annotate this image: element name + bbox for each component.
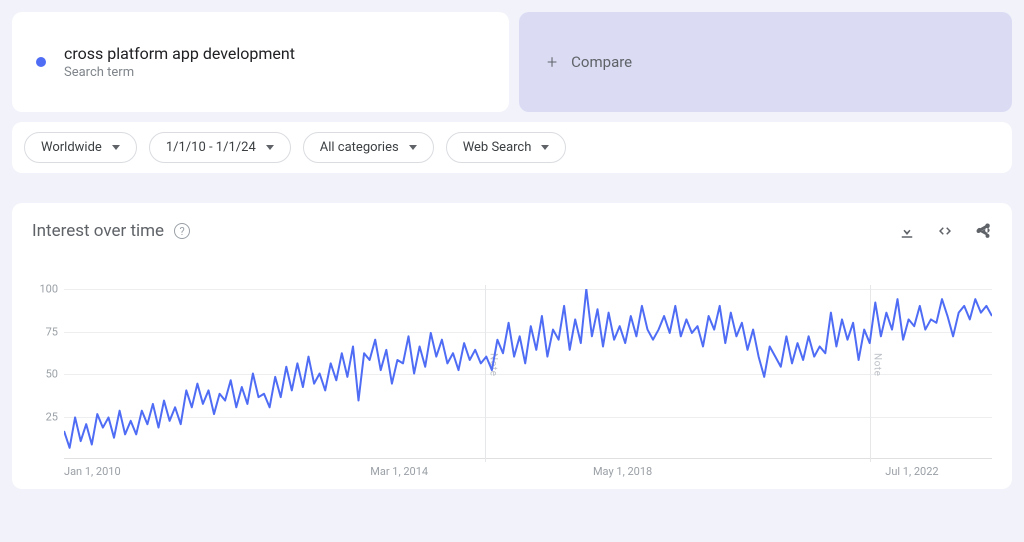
filter-region[interactable]: Worldwide (24, 132, 137, 163)
x-axis: Jan 1, 2010Mar 1, 2014May 1, 2018Jul 1, … (64, 459, 992, 475)
search-term-name: cross platform app development (64, 44, 295, 63)
filter-searchtype-label: Web Search (463, 140, 532, 155)
chart-plot[interactable]: 255075100 NoteNote Jan 1, 2010Mar 1, 201… (32, 289, 992, 475)
filter-daterange-label: 1/1/10 - 1/1/24 (166, 140, 256, 155)
chart-card: Interest over time ? 255075100 NoteNote … (12, 203, 1012, 489)
compare-button[interactable]: + Compare (519, 12, 1012, 112)
chevron-down-icon (409, 145, 417, 150)
filter-searchtype[interactable]: Web Search (446, 132, 567, 163)
chevron-down-icon (541, 145, 549, 150)
download-icon[interactable] (898, 222, 916, 240)
filter-daterange[interactable]: 1/1/10 - 1/1/24 (149, 132, 291, 163)
chevron-down-icon (266, 145, 274, 150)
help-icon[interactable]: ? (174, 223, 190, 239)
filter-category[interactable]: All categories (303, 132, 434, 163)
chevron-down-icon (112, 145, 120, 150)
plus-icon: + (547, 52, 557, 73)
compare-label: Compare (571, 53, 632, 71)
embed-icon[interactable] (936, 222, 954, 240)
filter-region-label: Worldwide (41, 140, 102, 155)
chart-title: Interest over time (32, 221, 164, 241)
filter-category-label: All categories (320, 140, 399, 155)
search-term-card[interactable]: cross platform app development Search te… (12, 12, 509, 112)
series-color-dot (36, 57, 46, 67)
filters-bar: Worldwide 1/1/10 - 1/1/24 All categories… (12, 122, 1012, 173)
share-icon[interactable] (974, 222, 992, 240)
search-term-subtitle: Search term (64, 65, 295, 80)
y-axis: 255075100 (32, 289, 62, 455)
plot-area: NoteNote (64, 289, 992, 459)
